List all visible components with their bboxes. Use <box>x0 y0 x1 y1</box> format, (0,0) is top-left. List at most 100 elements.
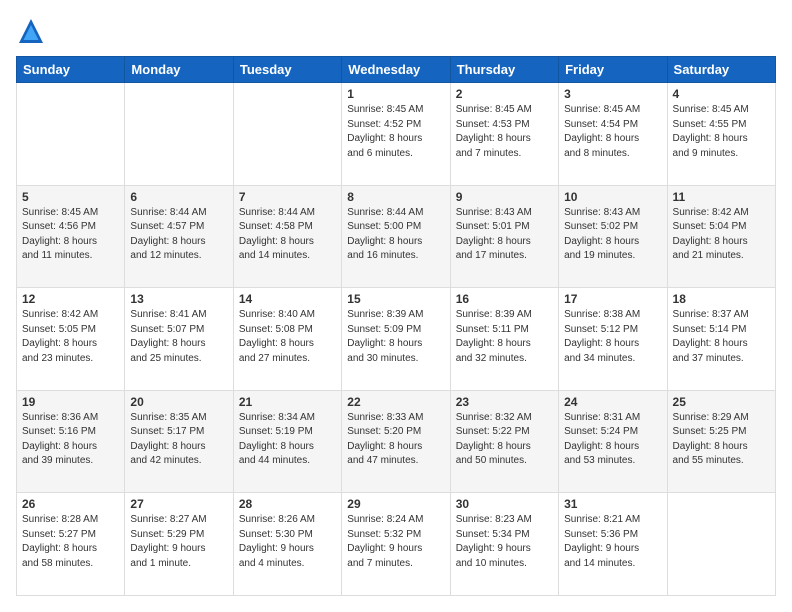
weekday-header: Thursday <box>450 57 558 83</box>
calendar-cell: 3Sunrise: 8:45 AM Sunset: 4:54 PM Daylig… <box>559 83 667 186</box>
calendar-cell <box>233 83 341 186</box>
calendar-cell: 25 Sunrise: 8:29 AM Sunset: 5:25 PM Dayli… <box>667 390 775 493</box>
weekday-header: Sunday <box>17 57 125 83</box>
day-info: Sunrise: 8:41 AM Sunset: 5:07 PM Dayligh… <box>130 308 227 366</box>
day-number: 4 <box>673 87 770 101</box>
calendar-cell: 9 Sunrise: 8:43 AM Sunset: 5:01 PM Daylig… <box>450 185 558 288</box>
day-number: 15 <box>347 292 444 306</box>
weekday-header: Saturday <box>667 57 775 83</box>
day-info: Sunrise: 8:45 AM Sunset: 4:56 PM Dayligh… <box>22 206 119 264</box>
day-info: Sunrise: 8:44 AM Sunset: 4:57 PM Dayligh… <box>130 206 227 264</box>
day-info: Sunrise: 8:44 AM Sunset: 5:00 PM Dayligh… <box>347 206 444 264</box>
day-number: 31 <box>564 497 661 511</box>
calendar-cell: 24 Sunrise: 8:31 AM Sunset: 5:24 PM Dayli… <box>559 390 667 493</box>
day-number: 20 <box>130 395 227 409</box>
calendar-table: SundayMondayTuesdayWednesdayThursdayFrid… <box>16 56 776 596</box>
weekday-header: Monday <box>125 57 233 83</box>
day-number: 27 <box>130 497 227 511</box>
calendar-week-row: 5 Sunrise: 8:45 AM Sunset: 4:56 PM Daylig… <box>17 185 776 288</box>
day-info: Sunrise: 8:31 AM Sunset: 5:24 PM Dayligh… <box>564 411 661 469</box>
calendar-cell: 14 Sunrise: 8:40 AM Sunset: 5:08 PM Dayli… <box>233 288 341 391</box>
day-info: Sunrise: 8:43 AM Sunset: 5:01 PM Dayligh… <box>456 206 553 264</box>
calendar-cell: 16 Sunrise: 8:39 AM Sunset: 5:11 PM Dayli… <box>450 288 558 391</box>
calendar-cell: 17 Sunrise: 8:38 AM Sunset: 5:12 PM Dayli… <box>559 288 667 391</box>
calendar-cell: 27 Sunrise: 8:27 AM Sunset: 5:29 PM Dayli… <box>125 493 233 596</box>
calendar-cell: 21Sunrise: 8:34 AM Sunset: 5:19 PM Dayli… <box>233 390 341 493</box>
day-number: 5 <box>22 190 119 204</box>
calendar-cell: 8 Sunrise: 8:44 AM Sunset: 5:00 PM Daylig… <box>342 185 450 288</box>
calendar-cell: 18 Sunrise: 8:37 AM Sunset: 5:14 PM Dayli… <box>667 288 775 391</box>
day-number: 6 <box>130 190 227 204</box>
weekday-header-row: SundayMondayTuesdayWednesdayThursdayFrid… <box>17 57 776 83</box>
day-number: 1 <box>347 87 444 101</box>
weekday-header: Tuesday <box>233 57 341 83</box>
day-info: Sunrise: 8:26 AM Sunset: 5:30 PM Dayligh… <box>239 513 336 571</box>
day-number: 11 <box>673 190 770 204</box>
weekday-header: Friday <box>559 57 667 83</box>
day-info: Sunrise: 8:37 AM Sunset: 5:14 PM Dayligh… <box>673 308 770 366</box>
day-info: Sunrise: 8:45 AM Sunset: 4:55 PM Dayligh… <box>673 103 770 161</box>
day-number: 21 <box>239 395 336 409</box>
calendar-week-row: 12Sunrise: 8:42 AM Sunset: 5:05 PM Dayli… <box>17 288 776 391</box>
calendar-cell: 26 Sunrise: 8:28 AM Sunset: 5:27 PM Dayli… <box>17 493 125 596</box>
weekday-header: Wednesday <box>342 57 450 83</box>
day-number: 2 <box>456 87 553 101</box>
day-info: Sunrise: 8:45 AM Sunset: 4:54 PM Dayligh… <box>564 103 661 161</box>
calendar-cell <box>125 83 233 186</box>
calendar-cell: 13 Sunrise: 8:41 AM Sunset: 5:07 PM Dayli… <box>125 288 233 391</box>
day-number: 16 <box>456 292 553 306</box>
calendar-cell: 5 Sunrise: 8:45 AM Sunset: 4:56 PM Daylig… <box>17 185 125 288</box>
calendar-cell: 23Sunrise: 8:32 AM Sunset: 5:22 PM Dayli… <box>450 390 558 493</box>
day-info: Sunrise: 8:36 AM Sunset: 5:16 PM Dayligh… <box>22 411 119 469</box>
calendar-cell <box>17 83 125 186</box>
day-number: 9 <box>456 190 553 204</box>
day-info: Sunrise: 8:29 AM Sunset: 5:25 PM Dayligh… <box>673 411 770 469</box>
day-number: 25 <box>673 395 770 409</box>
day-info: Sunrise: 8:21 AM Sunset: 5:36 PM Dayligh… <box>564 513 661 571</box>
day-number: 24 <box>564 395 661 409</box>
calendar-cell: 1 Sunrise: 8:45 AM Sunset: 4:52 PM Daylig… <box>342 83 450 186</box>
day-info: Sunrise: 8:42 AM Sunset: 5:05 PM Dayligh… <box>22 308 119 366</box>
day-number: 22 <box>347 395 444 409</box>
day-info: Sunrise: 8:38 AM Sunset: 5:12 PM Dayligh… <box>564 308 661 366</box>
day-number: 18 <box>673 292 770 306</box>
calendar-cell: 29 Sunrise: 8:24 AM Sunset: 5:32 PM Dayli… <box>342 493 450 596</box>
day-number: 23 <box>456 395 553 409</box>
day-number: 28 <box>239 497 336 511</box>
logo <box>16 16 50 46</box>
calendar-week-row: 26 Sunrise: 8:28 AM Sunset: 5:27 PM Dayli… <box>17 493 776 596</box>
day-info: Sunrise: 8:39 AM Sunset: 5:11 PM Dayligh… <box>456 308 553 366</box>
calendar-cell: 20 Sunrise: 8:35 AM Sunset: 5:17 PM Dayli… <box>125 390 233 493</box>
calendar-week-row: 19 Sunrise: 8:36 AM Sunset: 5:16 PM Dayli… <box>17 390 776 493</box>
calendar-cell: 11 Sunrise: 8:42 AM Sunset: 5:04 PM Dayli… <box>667 185 775 288</box>
calendar-cell: 4 Sunrise: 8:45 AM Sunset: 4:55 PM Daylig… <box>667 83 775 186</box>
day-info: Sunrise: 8:35 AM Sunset: 5:17 PM Dayligh… <box>130 411 227 469</box>
calendar-week-row: 1 Sunrise: 8:45 AM Sunset: 4:52 PM Daylig… <box>17 83 776 186</box>
day-number: 8 <box>347 190 444 204</box>
day-info: Sunrise: 8:40 AM Sunset: 5:08 PM Dayligh… <box>239 308 336 366</box>
day-info: Sunrise: 8:27 AM Sunset: 5:29 PM Dayligh… <box>130 513 227 571</box>
day-number: 14 <box>239 292 336 306</box>
day-number: 17 <box>564 292 661 306</box>
day-info: Sunrise: 8:43 AM Sunset: 5:02 PM Dayligh… <box>564 206 661 264</box>
day-info: Sunrise: 8:39 AM Sunset: 5:09 PM Dayligh… <box>347 308 444 366</box>
day-info: Sunrise: 8:45 AM Sunset: 4:53 PM Dayligh… <box>456 103 553 161</box>
day-info: Sunrise: 8:42 AM Sunset: 5:04 PM Dayligh… <box>673 206 770 264</box>
header <box>16 16 776 46</box>
calendar-cell: 2 Sunrise: 8:45 AM Sunset: 4:53 PM Daylig… <box>450 83 558 186</box>
day-info: Sunrise: 8:45 AM Sunset: 4:52 PM Dayligh… <box>347 103 444 161</box>
calendar-cell: 12Sunrise: 8:42 AM Sunset: 5:05 PM Dayli… <box>17 288 125 391</box>
page: SundayMondayTuesdayWednesdayThursdayFrid… <box>0 0 792 612</box>
day-info: Sunrise: 8:24 AM Sunset: 5:32 PM Dayligh… <box>347 513 444 571</box>
calendar-cell: 6 Sunrise: 8:44 AM Sunset: 4:57 PM Daylig… <box>125 185 233 288</box>
calendar-cell: 28 Sunrise: 8:26 AM Sunset: 5:30 PM Dayli… <box>233 493 341 596</box>
calendar-cell: 30Sunrise: 8:23 AM Sunset: 5:34 PM Dayli… <box>450 493 558 596</box>
calendar-cell: 22 Sunrise: 8:33 AM Sunset: 5:20 PM Dayli… <box>342 390 450 493</box>
day-number: 29 <box>347 497 444 511</box>
calendar-cell <box>667 493 775 596</box>
day-info: Sunrise: 8:33 AM Sunset: 5:20 PM Dayligh… <box>347 411 444 469</box>
day-number: 13 <box>130 292 227 306</box>
day-info: Sunrise: 8:28 AM Sunset: 5:27 PM Dayligh… <box>22 513 119 571</box>
day-number: 26 <box>22 497 119 511</box>
day-number: 19 <box>22 395 119 409</box>
